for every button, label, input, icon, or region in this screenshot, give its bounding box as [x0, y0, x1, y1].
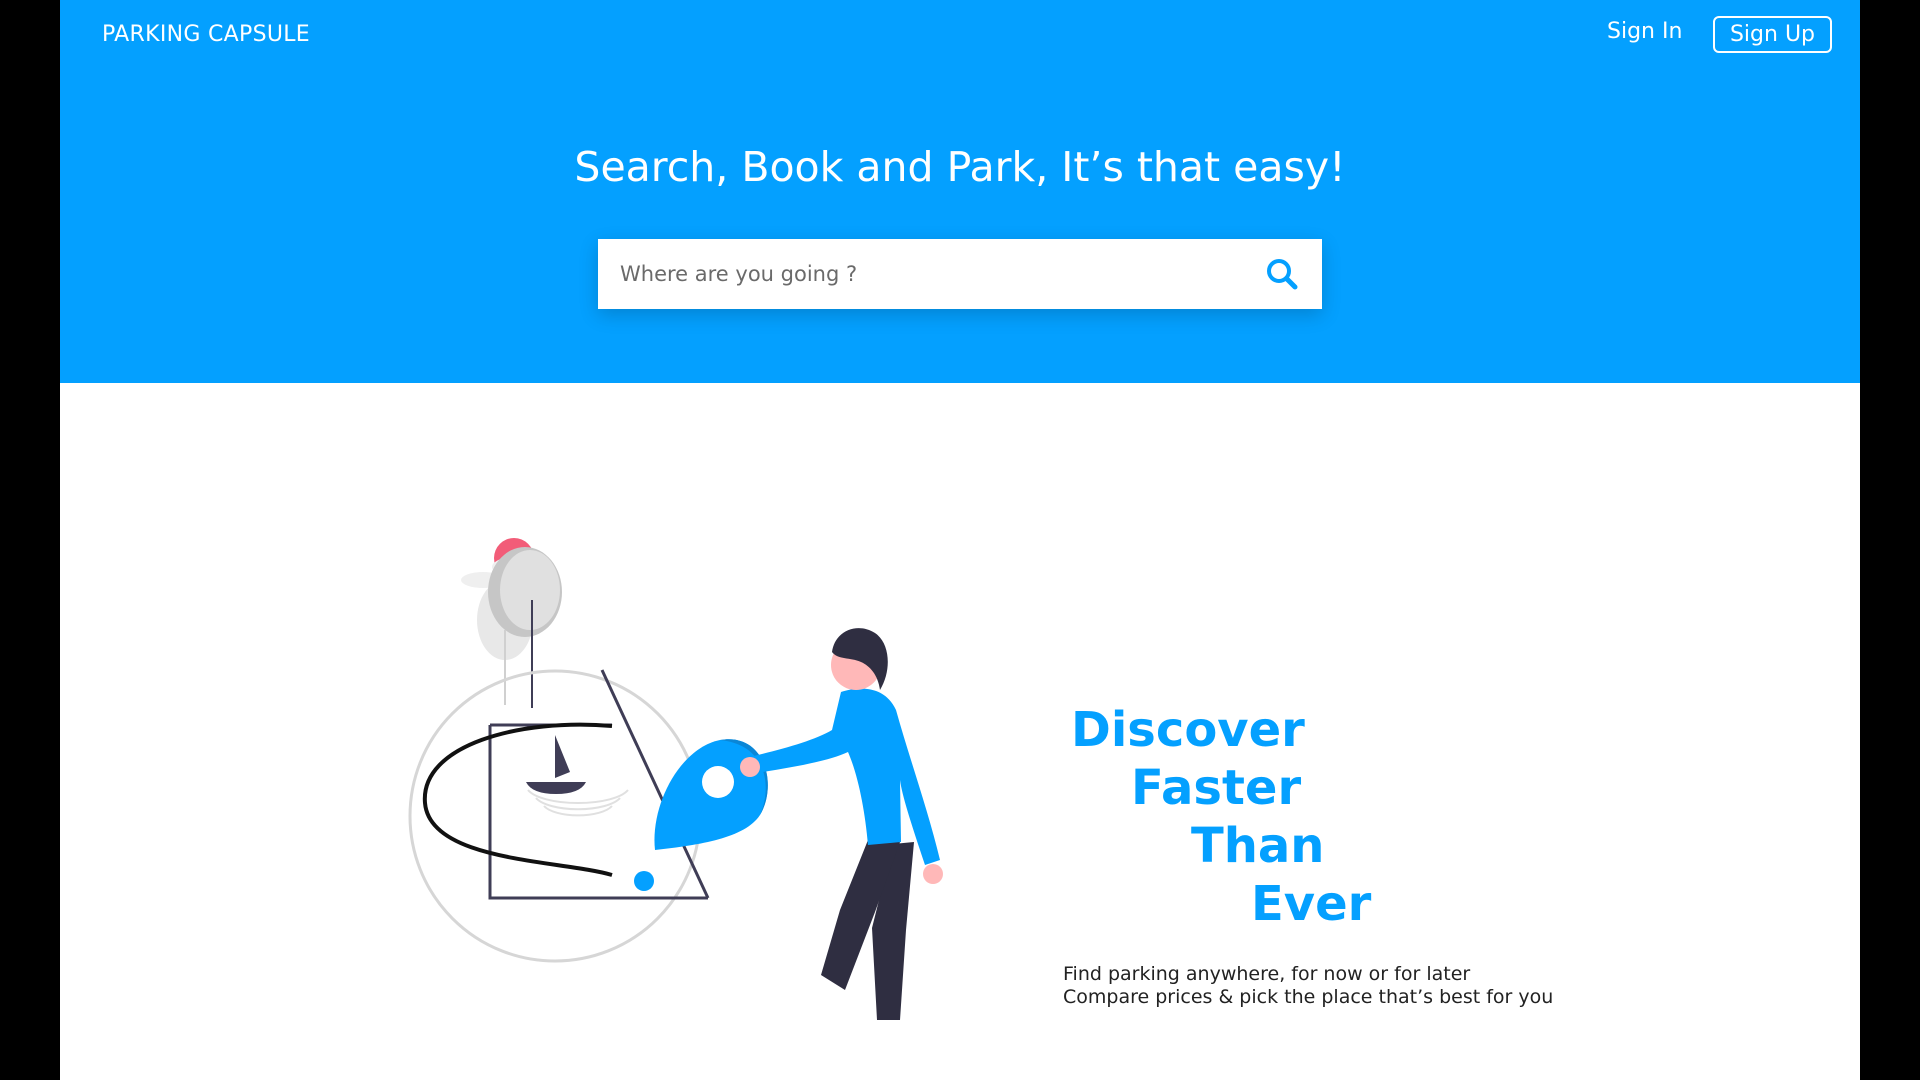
- landing-page: PARKING CAPSULE Sign In Sign Up Search, …: [60, 0, 1860, 1080]
- tagline-line-2: Faster: [1131, 760, 1302, 816]
- hero-banner: PARKING CAPSULE Sign In Sign Up Search, …: [60, 0, 1860, 383]
- search-icon: [1267, 259, 1298, 290]
- parking-illustration: [408, 538, 943, 1020]
- sign-in-link[interactable]: Sign In: [1607, 19, 1682, 44]
- tagline-line-4: Ever: [1251, 876, 1372, 932]
- description-line-1: Find parking anywhere, for now or for la…: [1063, 963, 1471, 985]
- sign-up-button[interactable]: Sign Up: [1713, 16, 1832, 53]
- tagline-line-3: Than: [1191, 818, 1325, 874]
- person-figure: [736, 628, 943, 1020]
- tagline-line-1: Discover: [1071, 702, 1305, 758]
- hero-headline: Search, Book and Park, It’s that easy!: [574, 143, 1346, 191]
- search-button[interactable]: [1242, 239, 1322, 309]
- map-circle: [408, 669, 702, 963]
- description-line-2: Compare prices & pick the place that’s b…: [1063, 986, 1554, 1008]
- search-input[interactable]: [598, 239, 1242, 309]
- brand-logo[interactable]: PARKING CAPSULE: [102, 22, 310, 47]
- boat-shape: [526, 782, 586, 794]
- description-text: Find parking anywhere, for now or for la…: [1063, 963, 1553, 1009]
- route-path: [422, 722, 613, 877]
- search-bar: [598, 239, 1322, 309]
